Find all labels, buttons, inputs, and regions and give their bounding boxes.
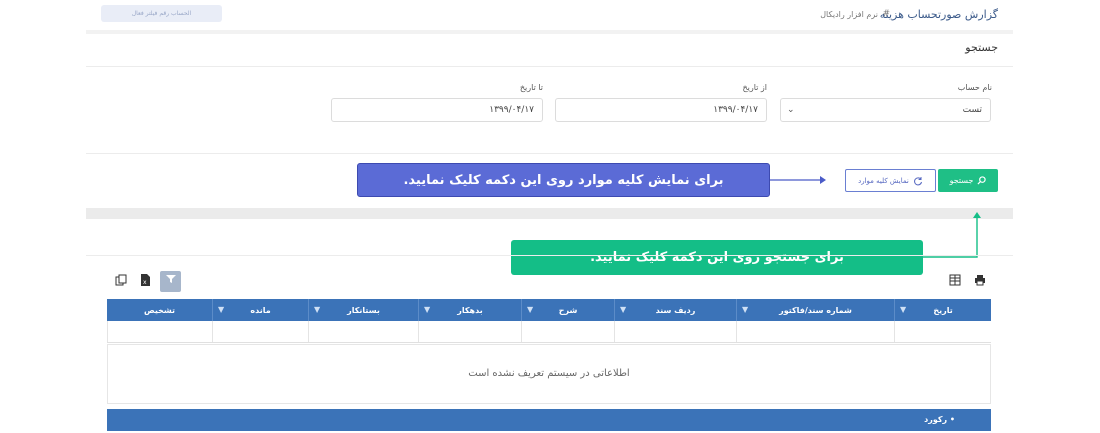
column-header-label: تشخیص bbox=[143, 305, 176, 315]
search-callout: برای جستجو روی این دکمه کلیک نمایید. bbox=[511, 240, 923, 275]
divider bbox=[86, 153, 1013, 154]
column-header-status[interactable]: تشخیص bbox=[107, 299, 212, 321]
empty-grid-message: اطلاعاتی در سیستم تعریف نشده است bbox=[468, 368, 630, 379]
to-date-label: تا تاریخ bbox=[519, 83, 543, 92]
column-filter-icon[interactable]: ▼ bbox=[527, 305, 533, 314]
chevron-down-icon: ⌄ bbox=[787, 105, 795, 115]
to-date-value: ۱۳۹۹/۰۴/۱۷ bbox=[489, 105, 534, 115]
search-button[interactable]: جستجو bbox=[938, 169, 998, 192]
column-header-debit[interactable]: بدهکار ▼ bbox=[418, 299, 521, 321]
column-header-label: ردیف سند bbox=[655, 305, 696, 315]
column-filter-input[interactable] bbox=[308, 321, 418, 342]
divider bbox=[86, 66, 1013, 67]
column-header-document-number[interactable]: شماره سند/فاکتور ▼ bbox=[736, 299, 894, 321]
breadcrumb-separator: # bbox=[882, 9, 890, 19]
show-all-button-label: نمایش کلیه موارد bbox=[858, 176, 909, 185]
grid-footer-record-count: • رکورد bbox=[107, 409, 991, 431]
search-button-label: جستجو bbox=[949, 176, 974, 185]
divider bbox=[86, 255, 1013, 256]
column-filter-input[interactable] bbox=[894, 321, 991, 342]
column-filter-input[interactable] bbox=[107, 321, 212, 342]
grid-header: تاریخ ▼ شماره سند/فاکتور ▼ ردیف سند ▼ شرح ▼ … bbox=[107, 299, 991, 321]
column-header-label: مانده bbox=[250, 305, 271, 315]
show-all-button[interactable]: نمایش کلیه موارد bbox=[845, 169, 936, 192]
show-all-callout-arrow bbox=[770, 176, 826, 184]
breadcrumb-subtitle: نرم افزار رادیکال bbox=[820, 10, 878, 19]
search-icon bbox=[977, 176, 987, 185]
search-section-title: جستجو bbox=[965, 41, 998, 54]
column-filter-input[interactable] bbox=[614, 321, 736, 342]
column-header-label: شماره سند/فاکتور bbox=[779, 305, 852, 315]
column-filter-icon[interactable]: ▼ bbox=[314, 305, 320, 314]
column-filter-icon[interactable]: ▼ bbox=[218, 305, 224, 314]
to-date-field[interactable]: ۱۳۹۹/۰۴/۱۷ bbox=[331, 98, 543, 122]
svg-text:x: x bbox=[143, 279, 147, 286]
filter-icon[interactable] bbox=[160, 271, 181, 292]
column-header-credit[interactable]: بستانکار ▼ bbox=[308, 299, 418, 321]
column-filter-icon[interactable]: ▼ bbox=[900, 305, 906, 314]
printer-icon[interactable] bbox=[973, 274, 987, 288]
top-badge[interactable]: الحساب رقم فیلتر فعال bbox=[101, 5, 222, 22]
column-filter-icon[interactable]: ▼ bbox=[742, 305, 748, 314]
column-header-label: تاریخ bbox=[933, 305, 953, 315]
from-date-value: ۱۳۹۹/۰۴/۱۷ bbox=[713, 105, 758, 115]
column-header-label: بستانکار bbox=[347, 305, 380, 315]
columns-icon[interactable] bbox=[948, 274, 962, 288]
show-all-callout: برای نمایش کلیه موارد روی این دکمه کلیک … bbox=[357, 163, 770, 197]
column-filter-icon[interactable]: ▼ bbox=[620, 305, 626, 314]
column-filter-input[interactable] bbox=[736, 321, 894, 342]
column-filter-input[interactable] bbox=[521, 321, 614, 342]
column-filter-input[interactable] bbox=[212, 321, 308, 342]
refresh-icon bbox=[913, 176, 922, 185]
column-header-description[interactable]: شرح ▼ bbox=[521, 299, 614, 321]
copy-icon[interactable] bbox=[114, 274, 128, 288]
account-select[interactable]: تست ⌄ bbox=[780, 98, 991, 122]
from-date-field[interactable]: ۱۳۹۹/۰۴/۱۷ bbox=[555, 98, 767, 122]
section-divider bbox=[86, 208, 1013, 219]
grid-filter-row bbox=[107, 321, 991, 343]
column-header-label: شرح bbox=[558, 305, 578, 315]
column-filter-input[interactable] bbox=[418, 321, 521, 342]
column-filter-icon[interactable]: ▼ bbox=[424, 305, 430, 314]
account-label: نام حساب bbox=[957, 83, 992, 92]
header-divider bbox=[86, 30, 1013, 34]
account-value: تست bbox=[962, 105, 982, 115]
column-header-document-row[interactable]: ردیف سند ▼ bbox=[614, 299, 736, 321]
column-header-label: بدهکار bbox=[457, 305, 483, 315]
page-title: گزارش صورتحساب هزینه bbox=[879, 8, 998, 21]
excel-icon[interactable]: x bbox=[138, 274, 152, 288]
from-date-label: از تاریخ bbox=[742, 83, 767, 92]
column-header-date[interactable]: تاریخ ▼ bbox=[894, 299, 991, 321]
column-header-balance[interactable]: مانده ▼ bbox=[212, 299, 308, 321]
